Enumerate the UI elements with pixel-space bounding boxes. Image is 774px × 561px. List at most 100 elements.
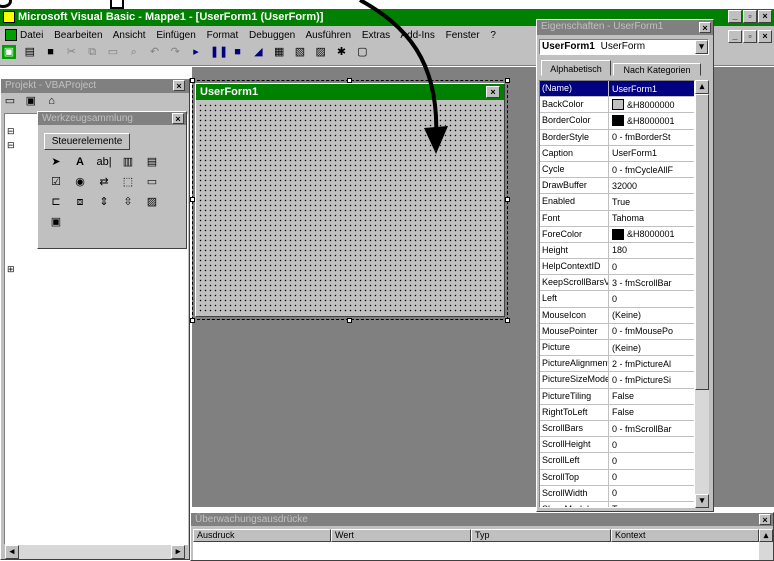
watch-scroll-up[interactable]: ▴ [759,529,773,542]
property-row[interactable]: PictureAlignment 2 - fmPictureAl [540,356,694,373]
menu-ansicht[interactable]: Ansicht [113,30,146,41]
resize-handle-mr[interactable] [505,197,510,202]
copy-icon[interactable]: ⧉ [85,45,99,59]
tree-node-2[interactable]: ⊟ [7,140,15,151]
col-type[interactable]: Typ [471,529,611,542]
resize-handle-bm[interactable] [347,318,352,323]
property-value[interactable]: 0 [609,259,694,274]
cut-icon[interactable]: ✂ [64,45,78,59]
resize-handle-tl[interactable] [190,78,195,83]
property-row[interactable]: BorderStyle 0 - fmBorderSt [540,129,694,146]
menu-format[interactable]: Format [207,30,239,41]
property-row[interactable]: Font Tahoma [540,210,694,227]
property-row[interactable]: PictureSizeMode 0 - fmPictureSi [540,372,694,389]
checkbox-tool[interactable]: ☑ [47,174,65,190]
object-browser-icon[interactable]: ▨ [314,45,328,59]
property-value[interactable]: &H8000000 [609,97,694,112]
menu-bearbeiten[interactable]: Bearbeiten [54,30,102,41]
property-value[interactable]: 0 - fmPictureSi [609,372,694,387]
resize-handle-ml[interactable] [190,197,195,202]
multipage-tool[interactable]: ⧈ [71,194,89,210]
property-row[interactable]: ForeColor &H8000001 [540,226,694,243]
toolbox-tab-controls[interactable]: Steuerelemente [44,133,130,150]
property-row[interactable]: HelpContextID 0 [540,259,694,276]
tab-categorized[interactable]: Nach Kategorien [613,63,701,76]
select-pointer-tool[interactable]: ➤ [47,154,65,170]
property-value[interactable]: False [609,389,694,404]
property-row[interactable]: ScrollHeight 0 [540,437,694,454]
property-row[interactable]: PictureTiling False [540,388,694,405]
menu-help[interactable]: ? [490,30,496,41]
undo-icon[interactable]: ↶ [147,45,161,59]
property-value[interactable]: &H8000001 [609,113,694,128]
run-icon[interactable]: ▸ [189,45,203,59]
paste-icon[interactable]: ▭ [106,45,120,59]
property-row[interactable]: MousePointer 0 - fmMousePo [540,323,694,340]
property-value[interactable]: 180 [609,243,694,258]
property-row[interactable]: Caption UserForm1 [540,145,694,162]
properties-window-icon[interactable]: ▧ [293,45,307,59]
property-value[interactable]: Tahoma [609,211,694,226]
property-value[interactable]: 3 - fmScrollBar [609,275,694,290]
property-value[interactable]: 0 [609,437,694,452]
doc-close-button[interactable]: × [758,30,772,43]
property-row[interactable]: ScrollLeft 0 [540,453,694,470]
resize-handle-br[interactable] [505,318,510,323]
excel-view-icon[interactable]: ▣ [2,45,16,59]
resize-handle-bl[interactable] [190,318,195,323]
watch-close-button[interactable]: × [759,514,771,525]
property-row[interactable]: ShowModalTrue [540,501,694,507]
scroll-up-button[interactable]: ▴ [695,80,709,94]
property-row[interactable]: Picture (Keine) [540,340,694,357]
textbox-tool[interactable]: ab| [95,154,113,170]
label-tool[interactable]: A [71,154,89,170]
project-close-button[interactable]: × [173,80,185,91]
project-hscrollbar[interactable]: ◂ ▸ [5,545,185,559]
commandbutton-tool[interactable]: ▭ [143,174,161,190]
menu-debuggen[interactable]: Debuggen [249,30,295,41]
resize-handle-tr[interactable] [505,78,510,83]
property-value[interactable]: False [609,405,694,420]
toggle-folders-icon[interactable]: ⌂ [45,94,59,108]
project-explorer-icon[interactable]: ▦ [272,45,286,59]
view-code-icon[interactable]: ▭ [3,94,17,108]
property-row[interactable]: (Name) UserForm1 [540,81,694,98]
property-value[interactable]: 0 [609,453,694,468]
col-value[interactable]: Wert [331,529,471,542]
property-value[interactable]: 2 - fmPictureAl [609,356,694,371]
property-value[interactable]: 32000 [609,178,694,193]
tree-node-3[interactable]: ⊞ [7,264,15,275]
scroll-left-button[interactable]: ◂ [5,545,19,559]
listbox-tool[interactable]: ▤ [143,154,161,170]
userform-close-button[interactable]: × [486,86,500,98]
property-value[interactable]: 0 - fmScrollBar [609,421,694,436]
combobox-tool[interactable]: ▥ [119,154,137,170]
property-value[interactable]: &H8000001 [609,227,694,242]
toolbox-close-button[interactable]: × [172,113,184,124]
doc-minimize-button[interactable]: _ [728,30,742,43]
scroll-down-button[interactable]: ▾ [695,494,709,508]
property-row[interactable]: BackColor &H8000000 [540,97,694,114]
property-value[interactable]: True [609,502,694,507]
design-mode-icon[interactable]: ◢ [251,45,265,59]
save-icon[interactable]: ■ [44,45,58,59]
scroll-thumb[interactable] [695,94,709,390]
redo-icon[interactable]: ↷ [168,45,182,59]
tree-node-1[interactable]: ⊟ [7,126,15,137]
property-row[interactable]: DrawBuffer 32000 [540,178,694,195]
properties-grid[interactable]: (Name) UserForm1 BackColor &H8000000 BorderC… [539,80,695,508]
property-row[interactable]: Left 0 [540,291,694,308]
refedit-tool[interactable]: ▣ [47,214,65,230]
property-value[interactable]: 0 [609,486,694,501]
property-row[interactable]: BorderColor &H8000001 [540,113,694,130]
property-row[interactable]: ScrollWidth 0 [540,485,694,502]
doc-restore-button[interactable]: ▫ [743,30,757,43]
property-row[interactable]: MouseIcon (Keine) [540,307,694,324]
close-button[interactable]: × [758,10,772,23]
col-expression[interactable]: Ausdruck [193,529,331,542]
property-row[interactable]: RightToLeft False [540,404,694,421]
find-icon[interactable]: ⌕ [127,45,141,59]
menu-einfuegen[interactable]: Einfügen [156,30,195,41]
property-value[interactable]: 0 - fmBorderSt [609,130,694,145]
insert-object-icon[interactable]: ▤ [23,45,37,59]
